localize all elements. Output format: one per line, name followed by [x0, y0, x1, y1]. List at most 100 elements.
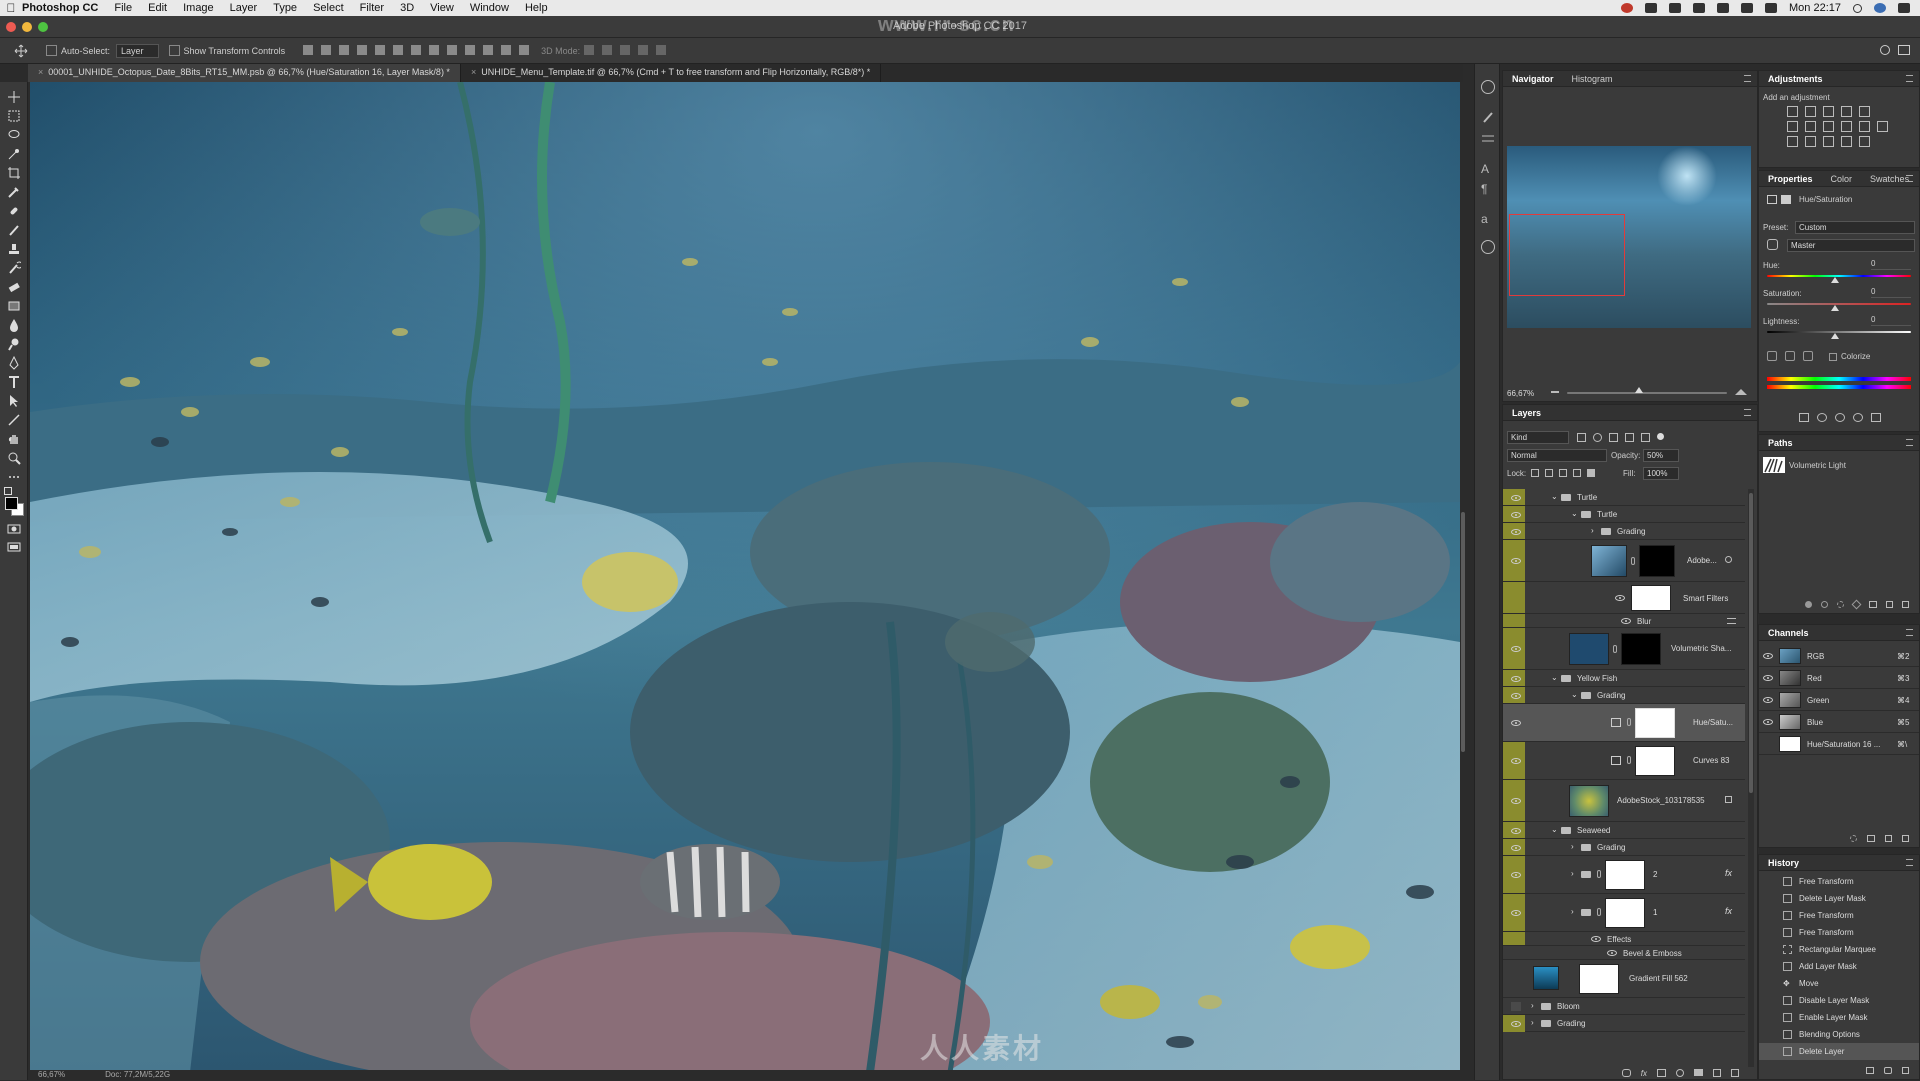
zoom-tool-icon[interactable]: [7, 451, 21, 465]
menu-file[interactable]: File: [114, 2, 132, 14]
history-item[interactable]: Enable Layer Mask: [1759, 1009, 1919, 1026]
navigator-view-box[interactable]: [1509, 214, 1625, 296]
black-white-icon[interactable]: [1823, 121, 1834, 132]
filter-smart-object-icon[interactable]: [1641, 433, 1650, 442]
paths-title[interactable]: Paths: [1759, 435, 1802, 451]
lock-all-icon[interactable]: [1587, 469, 1595, 477]
visibility-eye-icon[interactable]: [1621, 618, 1631, 624]
layer-group-turtle-sub[interactable]: ⌄ Turtle: [1503, 506, 1745, 523]
layer-mask-thumbnail[interactable]: [1605, 860, 1645, 890]
snapshot-icon[interactable]: [1884, 1067, 1892, 1074]
navigator-zoom-field[interactable]: 66,67%: [1507, 389, 1534, 398]
visibility-eye-icon[interactable]: [1763, 653, 1773, 659]
layer-name[interactable]: Grading: [1617, 527, 1645, 536]
visibility-eye-icon[interactable]: [1511, 798, 1521, 804]
tab-histogram[interactable]: Histogram: [1563, 71, 1622, 87]
layer-name[interactable]: Bevel & Emboss: [1623, 949, 1682, 958]
align-right-icon[interactable]: [393, 44, 404, 55]
canvas-vertical-scrollbar[interactable]: [1460, 82, 1466, 1072]
visibility-eye-icon[interactable]: [1511, 512, 1521, 518]
new-group-icon[interactable]: [1694, 1069, 1703, 1076]
visibility-eye-icon[interactable]: [1511, 495, 1521, 501]
channel-mixer-icon[interactable]: [1859, 121, 1870, 132]
layer-name[interactable]: AdobeStock_103178535: [1617, 796, 1705, 805]
hand-tool-icon[interactable]: [7, 432, 21, 446]
menu-filter[interactable]: Filter: [360, 2, 384, 14]
auto-align-icon[interactable]: [519, 44, 530, 55]
invert-icon[interactable]: [1787, 136, 1798, 147]
clone-stamp-tool-icon[interactable]: [7, 242, 21, 256]
layer-group-yellow-fish[interactable]: ⌄ Yellow Fish: [1503, 670, 1745, 687]
preset-select[interactable]: Custom: [1795, 221, 1915, 234]
eyedropper-tool-icon[interactable]: [7, 185, 21, 199]
distribute-bottom-icon[interactable]: [447, 44, 458, 55]
type-tool-icon[interactable]: [7, 375, 21, 389]
visibility-icon[interactable]: [1853, 413, 1863, 422]
selective-color-icon[interactable]: [1859, 136, 1870, 147]
wifi-icon[interactable]: [1717, 3, 1730, 13]
fill-path-icon[interactable]: [1805, 601, 1812, 608]
filter-type-icon[interactable]: [1609, 433, 1618, 442]
menu-type[interactable]: Type: [273, 2, 297, 14]
navigator-zoom-slider[interactable]: [1567, 392, 1727, 394]
doc-tab-menu-template[interactable]: × UNHIDE_Menu_Template.tif @ 66,7% (Cmd +…: [461, 64, 882, 82]
collapsed-arrow-icon[interactable]: ›: [1591, 526, 1594, 535]
new-adjustment-layer-icon[interactable]: [1676, 1069, 1684, 1077]
layer-name[interactable]: Grading: [1557, 1019, 1585, 1028]
layer-mask-thumbnail[interactable]: [1621, 633, 1661, 665]
layer-name[interactable]: Yellow Fish: [1577, 674, 1617, 683]
visibility-eye-icon[interactable]: [1511, 693, 1521, 699]
visibility-eye-icon[interactable]: [1511, 845, 1521, 851]
3d-rotate-icon[interactable]: [584, 44, 595, 55]
layer-name[interactable]: Turtle: [1597, 510, 1617, 519]
menu-window[interactable]: Window: [470, 2, 509, 14]
channel-rgb[interactable]: RGB ⌘2: [1759, 645, 1919, 667]
history-item[interactable]: Rectangular Marquee: [1759, 941, 1919, 958]
blend-mode-select[interactable]: Normal: [1507, 449, 1607, 462]
visibility-eye-icon[interactable]: [1511, 1021, 1521, 1027]
view-previous-icon[interactable]: [1817, 413, 1827, 422]
lasso-tool-icon[interactable]: [7, 128, 21, 142]
libraries-icon[interactable]: [1481, 240, 1495, 254]
exposure-icon[interactable]: [1841, 106, 1852, 117]
tab-properties[interactable]: Properties: [1759, 171, 1822, 187]
visibility-eye-icon[interactable]: [1763, 719, 1773, 725]
menu-layer[interactable]: Layer: [230, 2, 258, 14]
layer-name[interactable]: Blur: [1637, 617, 1651, 626]
default-colors-icon[interactable]: [4, 487, 12, 495]
airplay-icon[interactable]: [1741, 3, 1754, 13]
collapsed-arrow-icon[interactable]: ›: [1571, 842, 1574, 851]
3d-scale-icon[interactable]: [656, 44, 667, 55]
menu-image[interactable]: Image: [183, 2, 214, 14]
visibility-eye-icon[interactable]: [1511, 558, 1521, 564]
info-icon[interactable]: [1481, 80, 1495, 94]
layer-name[interactable]: Seaweed: [1577, 826, 1610, 835]
layer-name[interactable]: Volumetric Sha...: [1671, 644, 1731, 653]
workspace-icon[interactable]: [1898, 45, 1910, 55]
layer-group-1[interactable]: › 1 fx: [1503, 894, 1745, 932]
history-item[interactable]: Free Transform: [1759, 873, 1919, 890]
saturation-slider[interactable]: [1767, 303, 1911, 305]
add-mask-icon[interactable]: [1657, 1069, 1666, 1077]
screen-mode-icon[interactable]: [7, 540, 21, 554]
levels-icon[interactable]: [1805, 106, 1816, 117]
brush-tool-icon[interactable]: [7, 223, 21, 237]
display-icon[interactable]: [1669, 3, 1682, 13]
add-mask-icon[interactable]: [1869, 601, 1877, 608]
panel-menu-icon[interactable]: [1906, 75, 1913, 82]
lock-image-icon[interactable]: [1545, 469, 1553, 477]
glyphs-icon[interactable]: a: [1481, 212, 1495, 226]
foreground-color-swatch[interactable]: [5, 497, 18, 510]
distribute-right-icon[interactable]: [501, 44, 512, 55]
pen-tool-icon[interactable]: [7, 355, 21, 370]
layer-group-grading-4[interactable]: › Grading: [1503, 1015, 1745, 1032]
menu-3d[interactable]: 3D: [400, 2, 414, 14]
paragraph-icon[interactable]: ¶: [1481, 182, 1495, 196]
layer-curves[interactable]: Curves 83: [1503, 742, 1745, 780]
spotlight-icon[interactable]: [1853, 3, 1862, 13]
layer-gradient-fill[interactable]: Gradient Fill 562: [1503, 960, 1745, 998]
lock-position-icon[interactable]: [1559, 469, 1567, 477]
new-path-icon[interactable]: [1886, 601, 1893, 608]
visibility-eye-icon[interactable]: [1763, 675, 1773, 681]
opacity-field[interactable]: 50%: [1643, 449, 1679, 462]
